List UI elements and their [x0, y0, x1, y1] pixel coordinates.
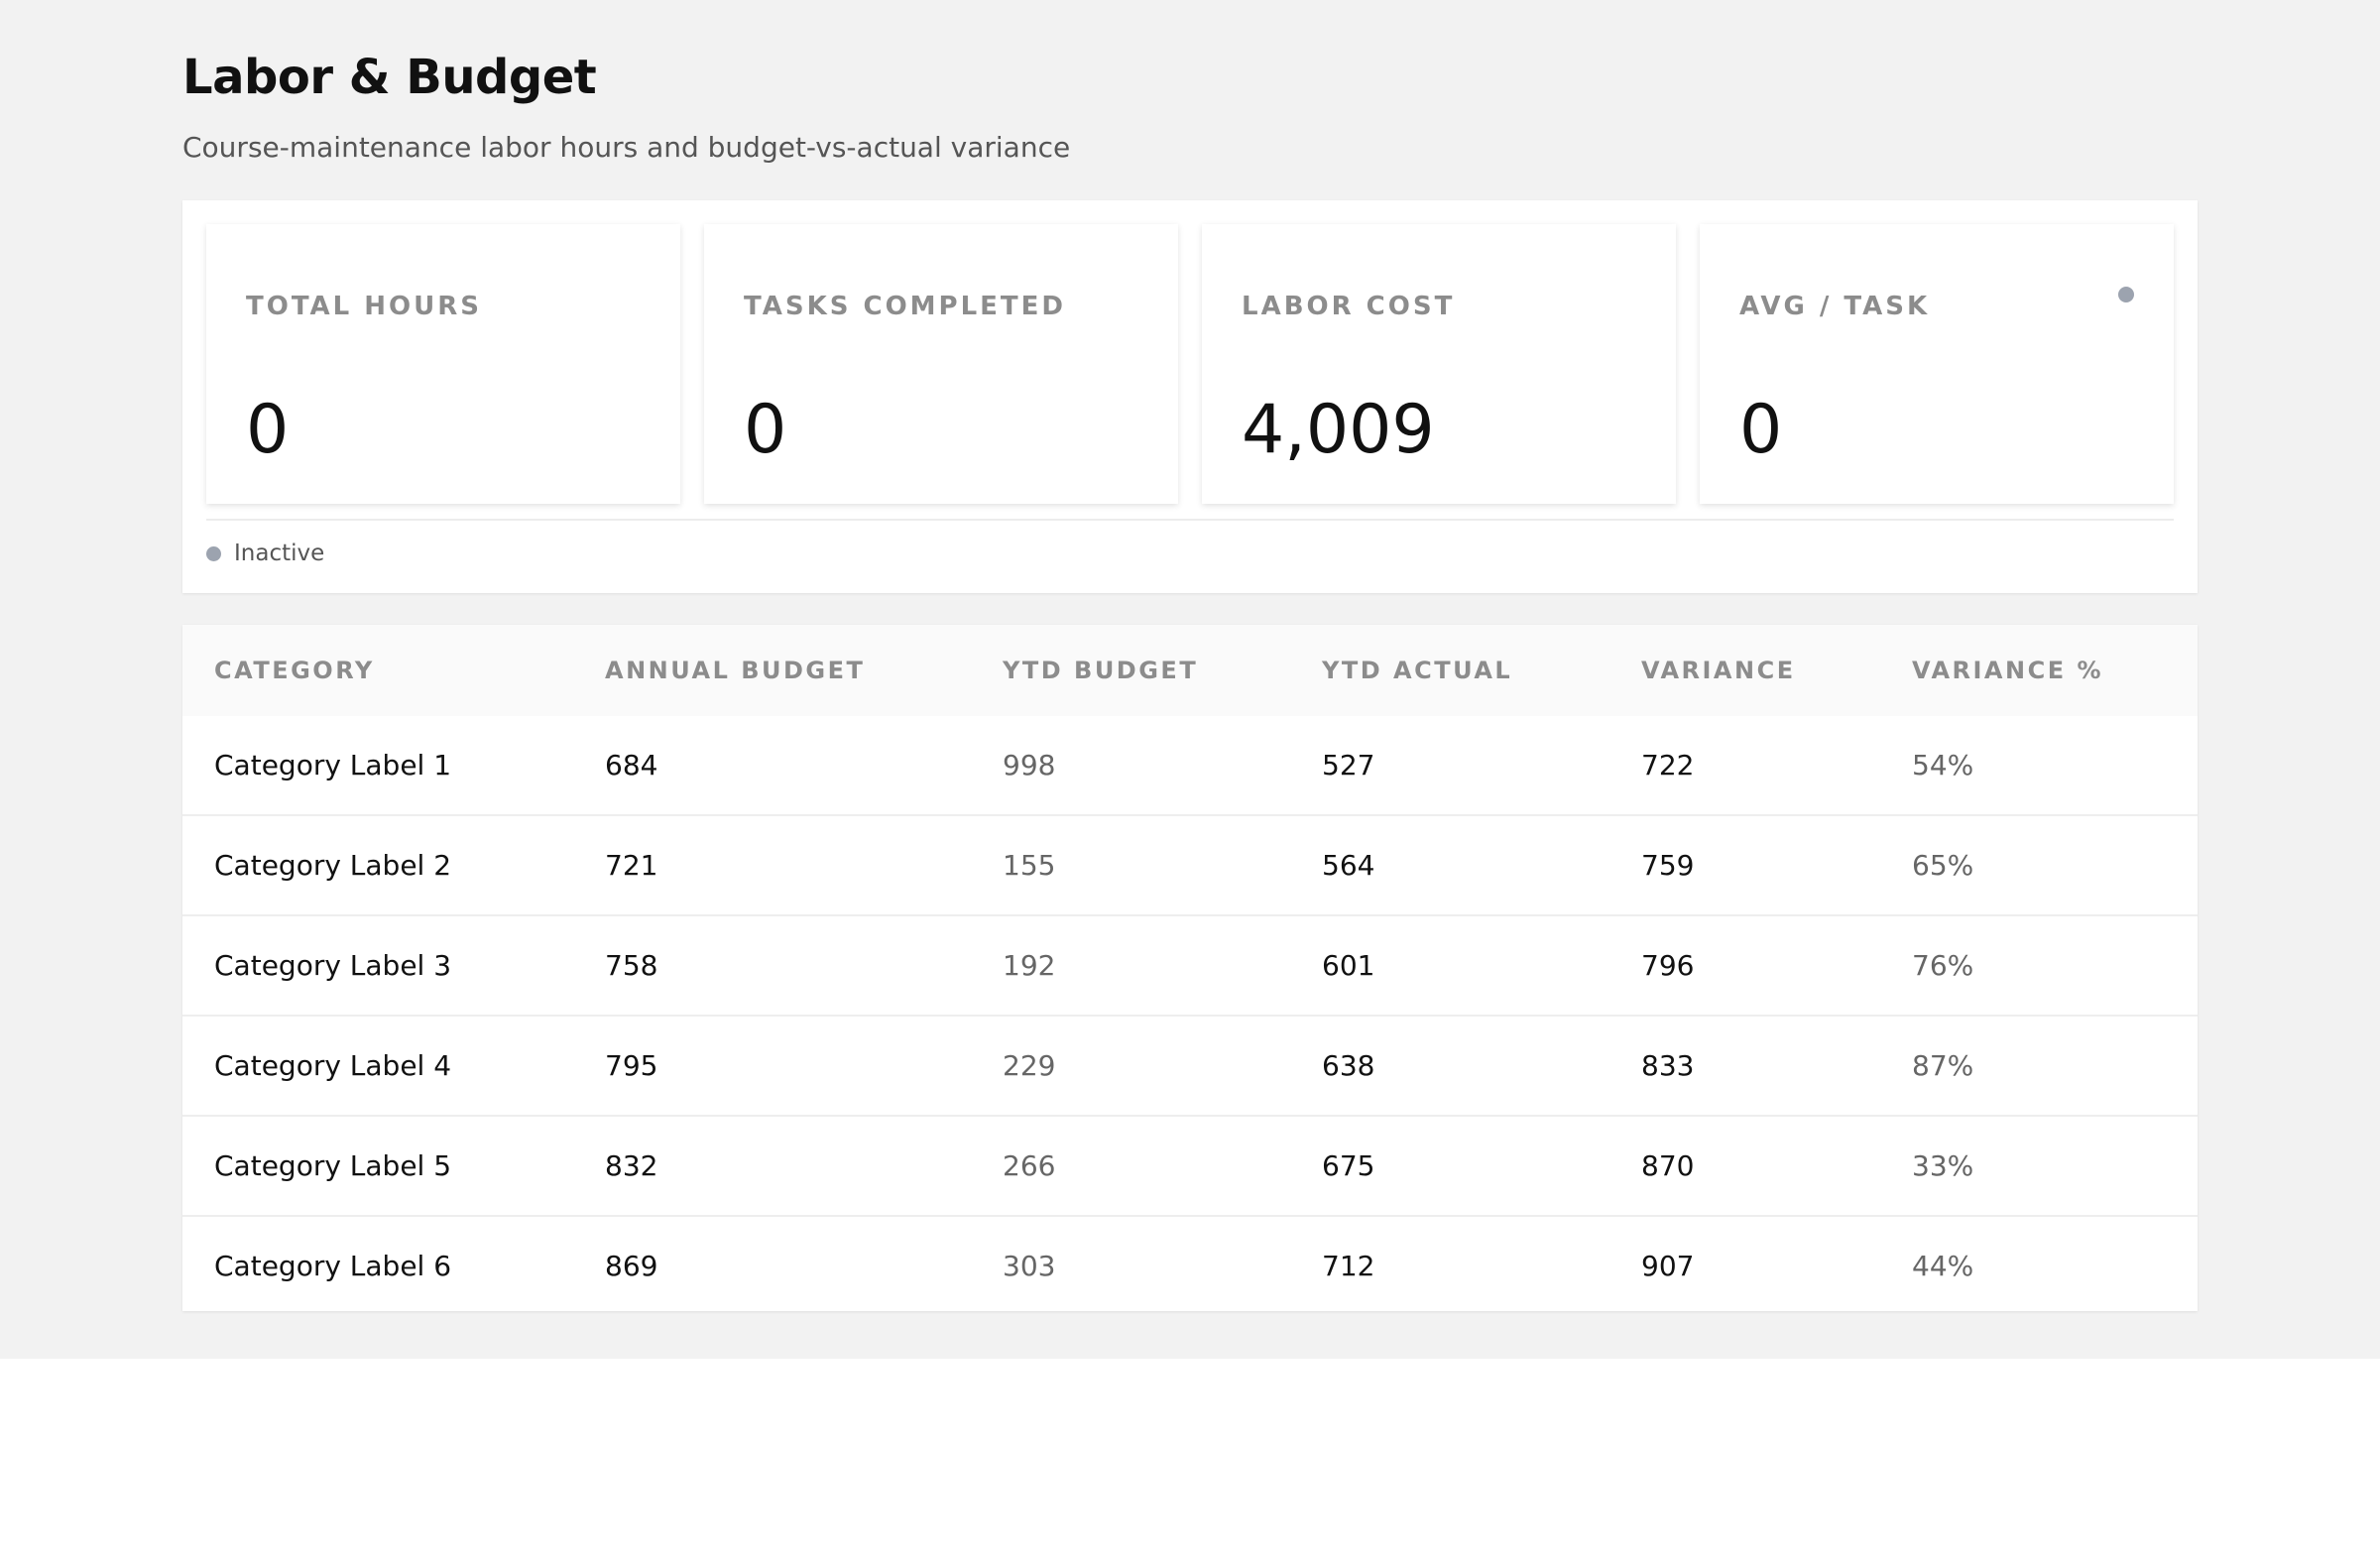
stat-value: 4,009 — [1242, 391, 1435, 469]
column-header-variance: VARIANCE — [1609, 625, 1880, 716]
table-row: Category Label 5 832 266 675 870 33% — [182, 1115, 2198, 1216]
stat-card-labor-cost: LABOR COST 4,009 — [1202, 224, 1676, 504]
cell-variance: 907 — [1609, 1215, 1880, 1315]
cell-ytd-budget: 266 — [971, 1115, 1290, 1216]
status-text: Inactive — [234, 541, 325, 566]
cell-ytd-budget: 192 — [971, 914, 1290, 1016]
budget-table: CATEGORY ANNUAL BUDGET YTD BUDGET YTD AC… — [182, 625, 2198, 1315]
cell-variance-percent: 76% — [1880, 914, 2198, 1016]
stat-label: AVG / TASK — [1739, 292, 1931, 321]
cell-category: Category Label 6 — [182, 1215, 573, 1315]
stats-panel: TOTAL HOURS 0 TASKS COMPLETED 0 LABOR CO… — [182, 200, 2198, 593]
cell-variance-percent: 33% — [1880, 1115, 2198, 1216]
cell-ytd-budget: 303 — [971, 1215, 1290, 1315]
table-header-row: CATEGORY ANNUAL BUDGET YTD BUDGET YTD AC… — [182, 625, 2198, 716]
cell-ytd-actual: 527 — [1322, 749, 1375, 782]
cell-ytd-budget: 998 — [1003, 749, 1056, 782]
cell-category: Category Label 3 — [182, 914, 573, 1016]
status-dot-icon — [206, 545, 221, 561]
stat-label: LABOR COST — [1242, 292, 1456, 321]
column-header-ytd-budget: YTD BUDGET — [971, 625, 1290, 716]
cell-annual-budget: 795 — [573, 1015, 971, 1116]
cell-ytd-budget: 229 — [971, 1015, 1290, 1116]
cell-category: Category Label 1 — [214, 749, 452, 782]
cell-variance-percent: 54% — [1912, 749, 1974, 782]
page-title: Labor & Budget — [182, 50, 597, 105]
column-header-annual-budget: ANNUAL BUDGET — [573, 625, 971, 716]
table-row: Category Label 4 795 229 638 833 87% — [182, 1015, 2198, 1116]
divider — [206, 519, 2174, 521]
cell-variance: 796 — [1609, 914, 1880, 1016]
cell-annual-budget: 832 — [573, 1115, 971, 1216]
stat-value: 0 — [246, 391, 290, 469]
stat-card-tasks-completed: TASKS COMPLETED 0 — [704, 224, 1178, 504]
cell-category: Category Label 5 — [182, 1115, 573, 1216]
cell-annual-budget: 721 — [573, 814, 971, 915]
cell-variance: 870 — [1609, 1115, 1880, 1216]
status-indicator: Inactive — [206, 538, 324, 569]
page-subtitle: Course-maintenance labor hours and budge… — [182, 131, 1071, 164]
stat-value: 0 — [1739, 391, 1783, 469]
cell-ytd-actual: 638 — [1290, 1015, 1609, 1116]
column-header-variance-percent: VARIANCE % — [1880, 625, 2198, 716]
cell-variance-percent: 44% — [1880, 1215, 2198, 1315]
table-row: Category Label 1 684 998 527 722 54% — [182, 716, 2198, 815]
cell-ytd-actual: 675 — [1290, 1115, 1609, 1216]
stat-label: TOTAL HOURS — [246, 292, 483, 321]
cell-category: Category Label 4 — [182, 1015, 573, 1116]
cell-ytd-budget: 155 — [971, 814, 1290, 915]
cell-variance-percent: 87% — [1880, 1015, 2198, 1116]
cell-ytd-actual: 564 — [1290, 814, 1609, 915]
stat-card-avg-task: AVG / TASK 0 — [1700, 224, 2174, 504]
cell-variance: 833 — [1609, 1015, 1880, 1116]
stat-value: 0 — [744, 391, 787, 469]
cell-annual-budget: 869 — [573, 1215, 971, 1315]
indicator-dot-icon — [2118, 287, 2134, 302]
cell-ytd-actual: 601 — [1290, 914, 1609, 1016]
stat-label: TASKS COMPLETED — [744, 292, 1067, 321]
table-row: Category Label 3 758 192 601 796 76% — [182, 914, 2198, 1016]
table-row: Category Label 2 721 155 564 759 65% — [182, 814, 2198, 915]
cell-variance: 722 — [1641, 749, 1695, 782]
cell-variance: 759 — [1609, 814, 1880, 915]
column-header-category: CATEGORY — [182, 625, 573, 716]
table-row: Category Label 6 869 303 712 907 44% — [182, 1215, 2198, 1315]
budget-table-panel: CATEGORY ANNUAL BUDGET YTD BUDGET YTD AC… — [182, 625, 2198, 1315]
cell-annual-budget: 684 — [605, 749, 658, 782]
cell-category: Category Label 2 — [182, 814, 573, 915]
cell-ytd-actual: 712 — [1290, 1215, 1609, 1315]
stat-card-total-hours: TOTAL HOURS 0 — [206, 224, 680, 504]
cell-annual-budget: 758 — [573, 914, 971, 1016]
cell-variance-percent: 65% — [1880, 814, 2198, 915]
column-header-ytd-actual: YTD ACTUAL — [1290, 625, 1609, 716]
